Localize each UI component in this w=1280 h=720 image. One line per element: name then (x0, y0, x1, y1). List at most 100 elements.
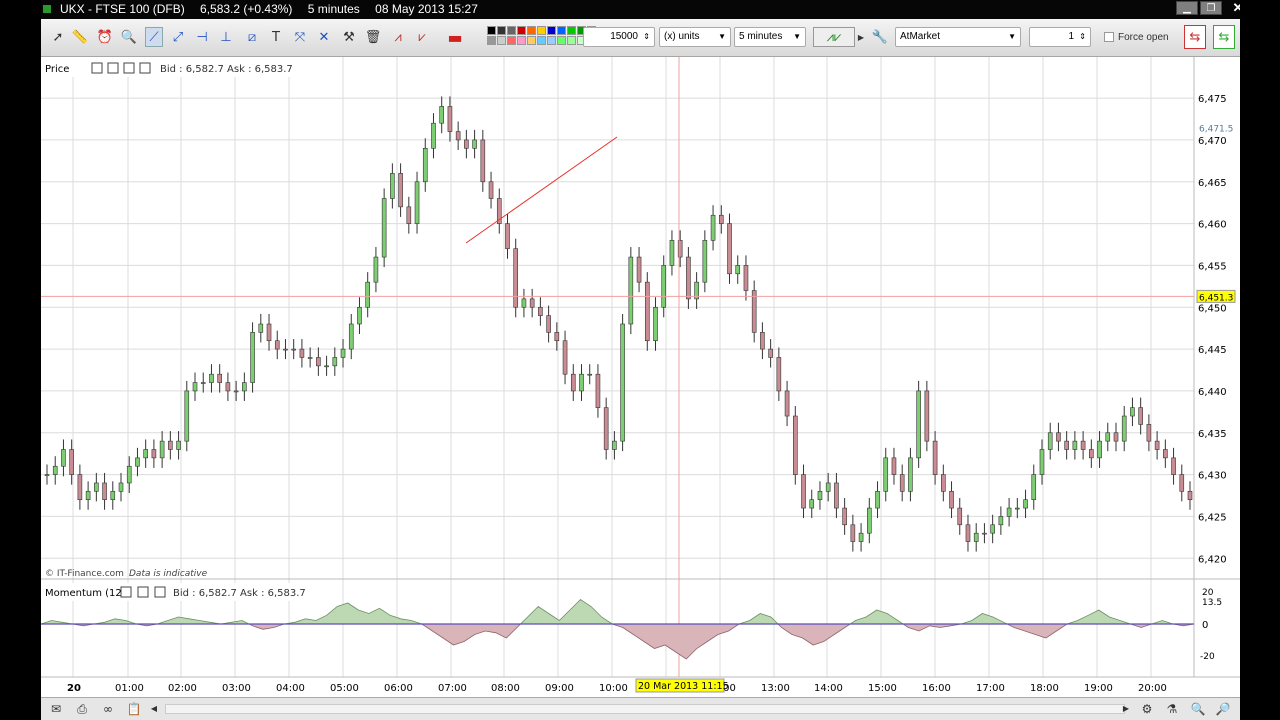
pointer-tool-icon[interactable]: ➚ (49, 27, 67, 47)
candle-up (809, 499, 815, 509)
candle-up (159, 440, 165, 459)
horizontal-scrollbar[interactable] (165, 704, 1125, 714)
fibonacci-tool-icon[interactable]: ⤧ (291, 27, 309, 47)
candle-up (620, 323, 625, 442)
copyright-label: © IT-Finance.com (45, 569, 124, 579)
force-open-option[interactable]: Force open (1104, 27, 1184, 47)
mail-icon[interactable]: ✉ (47, 701, 65, 717)
scroll-left-icon[interactable]: ◀ (145, 701, 163, 717)
candle-up (916, 390, 921, 459)
indicator-icon[interactable]: ∞ (99, 701, 117, 717)
line-chart-icon[interactable]: ⩘ (388, 27, 408, 47)
candle-down (792, 415, 798, 475)
time-axis-label: 20 (67, 683, 81, 694)
price-axis-label: 6,475 (1198, 94, 1227, 105)
time-axis-label: 14:00 (814, 683, 843, 694)
candle-down (1154, 440, 1160, 450)
price-axis-label: 6,455 (1198, 261, 1227, 272)
momentum-axis-label: -20 (1200, 652, 1215, 662)
candle-down (965, 524, 971, 542)
candle-up (1047, 432, 1053, 450)
time-axis-label: 18:00 (1030, 683, 1059, 694)
ruler-tool-icon[interactable]: 📏 (71, 27, 89, 47)
restore-button[interactable]: ❐ (1200, 1, 1222, 15)
settings-icon[interactable]: ⚙ (1138, 701, 1156, 717)
color-pen-icon[interactable]: ▬ (440, 27, 470, 47)
candle-down (801, 474, 806, 509)
momentum-bid-ask: Bid : 6,582.7 Ask : 6,583.7 (173, 588, 306, 599)
candle-down (850, 524, 856, 542)
tools-icon[interactable]: ⚒ (340, 27, 358, 47)
strategy-icon[interactable]: ⩘⩗ (813, 27, 855, 47)
zoom-tool-icon[interactable]: 🔍 (120, 27, 138, 47)
candle-down (1171, 457, 1176, 475)
candle-up (44, 474, 50, 476)
time-axis-label: 17:00 (976, 683, 1005, 694)
sell-icon[interactable]: ⇆ (1184, 25, 1206, 49)
candle-down (546, 315, 551, 333)
interval-select[interactable]: 5 minutes ▼ (734, 27, 806, 47)
channel-tool-icon[interactable]: ⧄ (243, 27, 261, 47)
ray-tool-icon[interactable]: ⤢ (169, 27, 187, 47)
quantity-input[interactable]: 15000 ⇕ (583, 27, 655, 47)
candle-down (686, 256, 691, 300)
delete-icon[interactable]: 🗑 (364, 27, 382, 47)
clipboard-icon[interactable]: 📋 (125, 701, 143, 717)
candle-up (192, 382, 198, 392)
candle-down (488, 181, 494, 199)
order-type-select[interactable]: AtMarket ▼ (895, 27, 1021, 47)
vertical-line-tool-icon[interactable]: ⊥ (219, 27, 233, 47)
buy-icon[interactable]: ⇆ (1213, 25, 1235, 49)
candle-down (274, 340, 280, 350)
force-open-checkbox[interactable] (1104, 32, 1114, 42)
candle-down (768, 348, 773, 358)
chevron-right-icon[interactable]: ▶ (857, 27, 865, 47)
candle-up (875, 491, 880, 509)
candle-down (447, 106, 453, 132)
color-palette[interactable] (487, 26, 596, 45)
pattern-icon[interactable]: ⩗ (412, 27, 432, 47)
text-tool-icon[interactable]: T (267, 27, 285, 47)
scroll-right-icon[interactable]: ▶ (1117, 701, 1135, 717)
lots-value: 1 (1068, 31, 1074, 42)
candle-down (1138, 407, 1143, 425)
crosshair-tool-icon[interactable]: ✕ (315, 27, 333, 47)
zoom-out-icon[interactable]: 🔍 (1189, 701, 1207, 717)
chart-svg[interactable]: 6,420 6,425 6,430 6,435 6,440 6,445 6,450 6,455… (41, 57, 1240, 697)
alarm-tool-icon[interactable]: ⏰ (96, 27, 114, 47)
candle-up (340, 348, 346, 358)
print-icon[interactable]: ⎙ (73, 701, 91, 717)
candle-down (595, 373, 601, 408)
lots-input[interactable]: 1 ⇕ (1029, 27, 1091, 47)
chart-area[interactable]: 6,420 6,425 6,430 6,435 6,440 6,445 6,450 6,455… (41, 57, 1240, 697)
horizontal-line-tool-icon[interactable]: ⊣ (193, 27, 211, 47)
spinner-icon[interactable]: ⇕ (643, 28, 650, 46)
candle-down (718, 214, 724, 224)
units-select[interactable]: (x) units ▼ (659, 27, 731, 47)
candle-down (480, 139, 486, 183)
momentum-axis-label: 20 (1202, 588, 1214, 598)
candle-down (217, 373, 222, 383)
momentum-value-label: 13.5 (1202, 598, 1222, 608)
chevron-down-icon: ▼ (1008, 32, 1016, 41)
spinner-icon[interactable]: ⇕ (1079, 28, 1086, 46)
zoom-in-icon[interactable]: 🔎 (1214, 701, 1232, 717)
time-axis-label: 04:00 (276, 683, 305, 694)
momentum-panel-label: Momentum (12) (45, 588, 126, 599)
left-border (0, 0, 41, 720)
candle-down (562, 340, 568, 375)
candle-down (570, 373, 576, 392)
candle-up (143, 449, 148, 459)
trendline-tool-icon[interactable]: ⟋ (145, 27, 163, 47)
candle-up (118, 482, 124, 492)
time-axis-label: 20:00 (1138, 683, 1167, 694)
time-axis-label: 16:00 (922, 683, 951, 694)
candle-up (390, 173, 395, 199)
time-axis-label: 10:00 (599, 683, 628, 694)
fit-chart-icon[interactable]: ⚗ (1163, 701, 1181, 717)
wrench-icon[interactable]: 🔧 (871, 27, 889, 47)
candle-down (102, 482, 107, 501)
minimize-button[interactable]: ▁ (1176, 1, 1198, 15)
candle-up (1130, 407, 1135, 417)
candle-up (233, 390, 239, 393)
